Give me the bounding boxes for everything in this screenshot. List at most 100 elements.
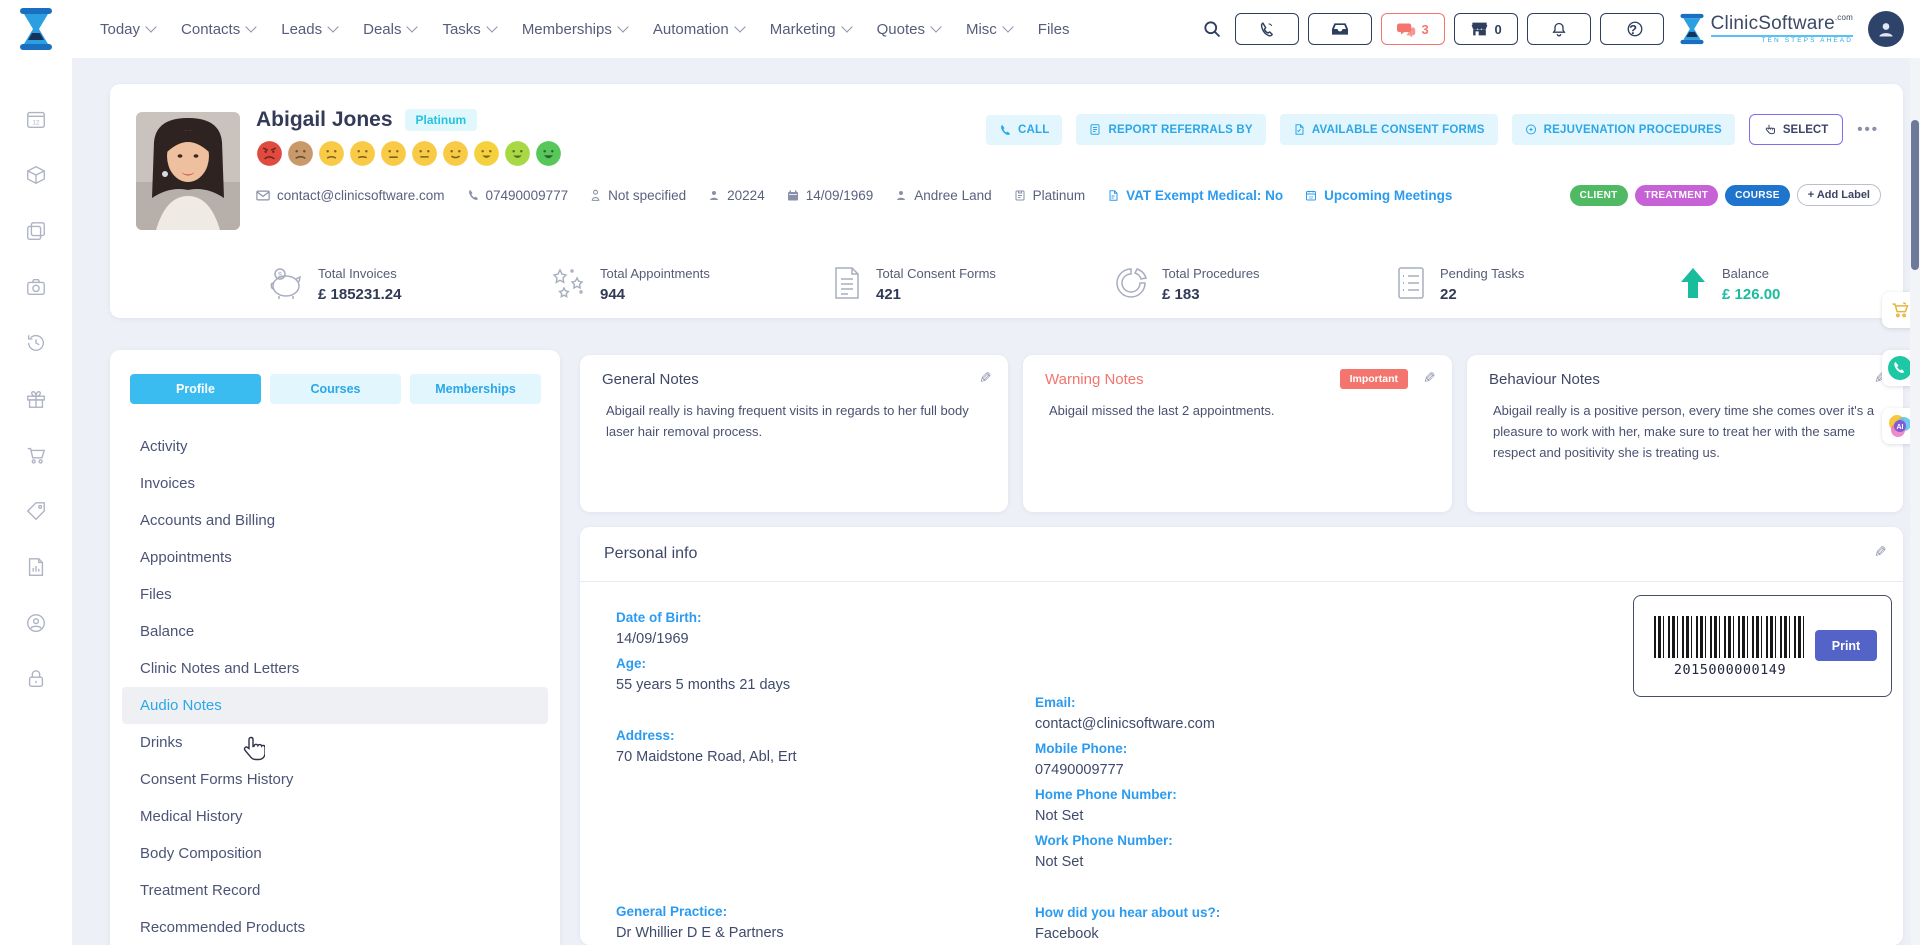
home-phone-label: Home Phone Number: bbox=[1035, 787, 1220, 802]
nav-contacts[interactable]: Contacts bbox=[181, 21, 255, 38]
client-phone[interactable]: 07490009777 bbox=[467, 188, 569, 203]
menu-item-treatment-record[interactable]: Treatment Record bbox=[110, 872, 560, 909]
lock-icon[interactable] bbox=[25, 668, 47, 690]
mood-face-3[interactable] bbox=[318, 140, 345, 167]
mood-face-4[interactable] bbox=[349, 140, 376, 167]
dob-label: Date of Birth: bbox=[616, 610, 797, 625]
label-pill-client[interactable]: CLIENT bbox=[1570, 185, 1628, 206]
mood-face-1[interactable] bbox=[256, 140, 283, 167]
label-pills: CLIENT TREATMENT COURSE + Add Label bbox=[1570, 184, 1881, 206]
products-cube-icon[interactable] bbox=[25, 164, 47, 186]
nav-memberships[interactable]: Memberships bbox=[522, 21, 627, 38]
behaviour-notes-card: Behaviour Notes ✎ Abigail really is a po… bbox=[1467, 355, 1903, 512]
important-badge: Important bbox=[1340, 369, 1408, 389]
help-glyph: ? bbox=[1629, 22, 1637, 37]
dialer-button[interactable] bbox=[1235, 13, 1299, 45]
calendar-icon[interactable]: 12 bbox=[25, 108, 47, 130]
user-avatar[interactable] bbox=[1868, 11, 1904, 47]
account-card-icon[interactable] bbox=[25, 612, 47, 634]
inbox-button[interactable] bbox=[1308, 13, 1372, 45]
nav-marketing[interactable]: Marketing bbox=[770, 21, 851, 38]
chevron-down-icon bbox=[327, 21, 338, 32]
call-button[interactable]: CALL bbox=[986, 115, 1062, 145]
menu-item-accounts-and-billing[interactable]: Accounts and Billing bbox=[110, 502, 560, 539]
clinicsoftware-logo-icon[interactable] bbox=[18, 8, 54, 50]
select-button[interactable]: SELECT bbox=[1749, 114, 1843, 145]
menu-item-invoices[interactable]: Invoices bbox=[110, 465, 560, 502]
profile-panel: Profile Courses Memberships Activity Inv… bbox=[110, 350, 560, 945]
nav-leads[interactable]: Leads bbox=[281, 21, 337, 38]
menu-item-balance[interactable]: Balance bbox=[110, 613, 560, 650]
store-button[interactable]: 0 bbox=[1454, 13, 1518, 45]
email-label: Email: bbox=[1035, 695, 1220, 710]
personal-info-title: Personal info bbox=[604, 545, 697, 563]
menu-item-audio-notes[interactable]: Audio Notes bbox=[122, 687, 548, 724]
mood-face-6[interactable] bbox=[411, 140, 438, 167]
mood-face-2[interactable] bbox=[287, 140, 314, 167]
duplicate-windows-icon[interactable] bbox=[25, 220, 47, 242]
client-email[interactable]: contact@clinicsoftware.com bbox=[256, 188, 445, 203]
chat-button[interactable]: 3 bbox=[1381, 13, 1445, 45]
help-button[interactable]: ? bbox=[1600, 13, 1664, 45]
dob-value: 14/09/1969 bbox=[616, 631, 797, 647]
available-consent-forms-button[interactable]: AVAILABLE CONSENT FORMS bbox=[1280, 114, 1498, 145]
mood-face-10[interactable] bbox=[535, 140, 562, 167]
menu-item-appointments[interactable]: Appointments bbox=[110, 539, 560, 576]
edit-pencil-icon[interactable]: ✎ bbox=[1874, 543, 1887, 561]
more-options-button[interactable]: ••• bbox=[1857, 121, 1879, 138]
menu-item-files[interactable]: Files bbox=[110, 576, 560, 613]
menu-item-drinks[interactable]: Drinks bbox=[110, 724, 560, 761]
nav-tasks[interactable]: Tasks bbox=[442, 21, 495, 38]
nav-misc[interactable]: Misc bbox=[966, 21, 1012, 38]
tab-memberships[interactable]: Memberships bbox=[410, 374, 541, 404]
history-icon[interactable] bbox=[25, 332, 47, 354]
assigned-staff: Andree Land bbox=[895, 188, 991, 203]
stat-total-procedures: Total Procedures£ 183 bbox=[1114, 266, 1260, 303]
nav-files[interactable]: Files bbox=[1038, 21, 1070, 38]
hear-about-label: How did you hear about us?: bbox=[1035, 905, 1220, 920]
label-pill-treatment[interactable]: TREATMENT bbox=[1635, 185, 1719, 206]
chevron-down-icon bbox=[407, 21, 418, 32]
mood-scale bbox=[256, 140, 562, 167]
mood-face-9[interactable] bbox=[504, 140, 531, 167]
home-phone-value: Not Set bbox=[1035, 808, 1220, 824]
add-label-button[interactable]: + Add Label bbox=[1797, 184, 1881, 206]
tab-courses[interactable]: Courses bbox=[270, 374, 401, 404]
client-header-card: Abigail Jones Platinum CALL REPORT REFER… bbox=[110, 84, 1903, 318]
mood-face-8[interactable] bbox=[473, 140, 500, 167]
nav-quotes[interactable]: Quotes bbox=[877, 21, 940, 38]
notifications-button[interactable] bbox=[1527, 13, 1591, 45]
vat-exempt-link[interactable]: VAT Exempt Medical: No bbox=[1107, 188, 1283, 203]
gift-icon[interactable] bbox=[25, 388, 47, 410]
brand-tagline: TEN STEPS AHEAD bbox=[1711, 35, 1853, 45]
menu-item-medical-history[interactable]: Medical History bbox=[110, 798, 560, 835]
search-icon[interactable] bbox=[1202, 19, 1222, 39]
scrollbar-thumb[interactable] bbox=[1911, 120, 1919, 270]
mood-face-5[interactable] bbox=[380, 140, 407, 167]
nav-automation[interactable]: Automation bbox=[653, 21, 744, 38]
print-barcode-button[interactable]: Print bbox=[1815, 630, 1877, 661]
rejuvenation-procedures-button[interactable]: REJUVENATION PROCEDURES bbox=[1512, 114, 1735, 145]
label-pill-course[interactable]: COURSE bbox=[1725, 185, 1790, 206]
cart-icon[interactable] bbox=[25, 444, 47, 466]
mood-face-7[interactable] bbox=[442, 140, 469, 167]
tab-profile[interactable]: Profile bbox=[130, 374, 261, 404]
report-referrals-button[interactable]: REPORT REFERRALS BY bbox=[1076, 114, 1265, 145]
client-name: Abigail Jones bbox=[256, 108, 393, 132]
camera-icon[interactable] bbox=[25, 276, 47, 298]
chat-count-badge: 3 bbox=[1422, 22, 1429, 37]
menu-item-recommended-products[interactable]: Recommended Products bbox=[110, 909, 560, 945]
nav-deals[interactable]: Deals bbox=[363, 21, 416, 38]
nav-today[interactable]: Today bbox=[100, 21, 155, 38]
report-chart-icon[interactable] bbox=[25, 556, 47, 578]
edit-pencil-icon[interactable]: ✎ bbox=[1423, 369, 1436, 387]
menu-item-activity[interactable]: Activity bbox=[110, 428, 560, 465]
menu-item-body-composition[interactable]: Body Composition bbox=[110, 835, 560, 872]
upcoming-meetings-link[interactable]: 12 Upcoming Meetings bbox=[1305, 188, 1452, 203]
menu-item-clinic-notes-and-letters[interactable]: Clinic Notes and Letters bbox=[110, 650, 560, 687]
menu-item-consent-forms-history[interactable]: Consent Forms History bbox=[110, 761, 560, 798]
price-tag-icon[interactable] bbox=[25, 500, 47, 522]
edit-pencil-icon[interactable]: ✎ bbox=[979, 369, 992, 387]
personal-info-col-mid: Email: contact@clinicsoftware.com Mobile… bbox=[1035, 601, 1220, 942]
clinicsoftware-wordmark[interactable]: ClinicSoftware.com TEN STEPS AHEAD bbox=[1679, 13, 1853, 45]
